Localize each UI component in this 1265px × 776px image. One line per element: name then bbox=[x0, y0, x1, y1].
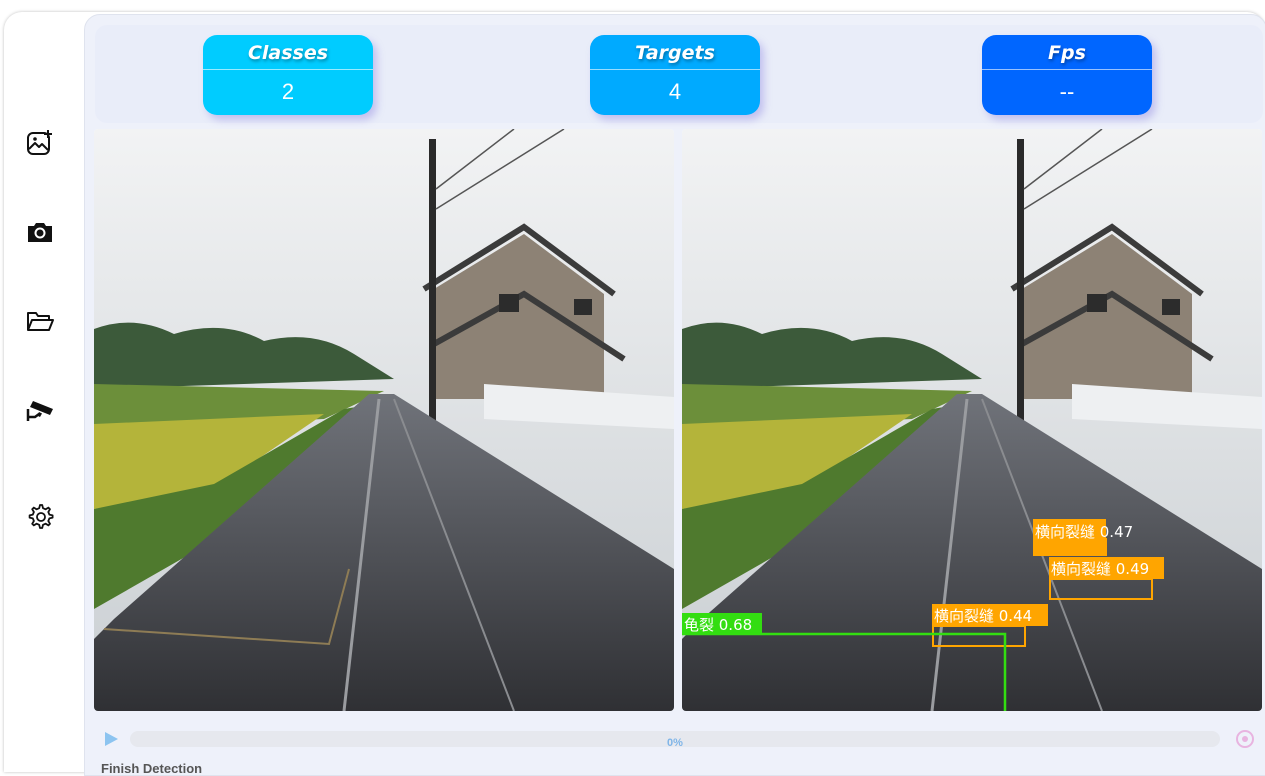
cctv-button[interactable] bbox=[22, 392, 58, 428]
stop-icon[interactable] bbox=[1235, 729, 1255, 749]
detection-label-1: 横向裂缝 0.47 bbox=[1035, 523, 1133, 541]
add-image-icon bbox=[27, 130, 52, 155]
main-panel: Classes 2 Targets 4 Fps -- 横向裂缝 0.47 横向裂… bbox=[84, 14, 1265, 776]
fps-card: Fps -- bbox=[982, 35, 1152, 115]
detection-label-3: 横向裂缝 0.44 bbox=[934, 607, 1032, 625]
play-icon[interactable] bbox=[101, 729, 121, 749]
camera-button[interactable] bbox=[22, 214, 58, 250]
app-window: Classes 2 Targets 4 Fps -- 横向裂缝 0.47 横向裂… bbox=[4, 12, 1265, 776]
classes-card: Classes 2 bbox=[203, 35, 373, 115]
progress-bar[interactable]: 0% bbox=[130, 731, 1220, 749]
result-image-panel: 横向裂缝 0.47 横向裂缝 0.49 横向裂缝 0.44 龟裂 0.68 bbox=[682, 129, 1262, 711]
detection-label-2: 横向裂缝 0.49 bbox=[1051, 560, 1149, 578]
progress-label: 0% bbox=[667, 737, 683, 749]
detection-label-4: 龟裂 0.68 bbox=[684, 616, 752, 634]
targets-card: Targets 4 bbox=[590, 35, 760, 115]
open-folder-button[interactable] bbox=[22, 303, 58, 339]
fps-title: Fps bbox=[982, 35, 1152, 70]
classes-value: 2 bbox=[281, 79, 295, 104]
camera-icon bbox=[28, 223, 52, 242]
status-label: Finish Detection bbox=[101, 761, 203, 776]
original-road-image bbox=[94, 129, 674, 711]
cctv-camera-icon bbox=[26, 401, 53, 421]
result-road-image: 横向裂缝 0.47 横向裂缝 0.49 横向裂缝 0.44 龟裂 0.68 bbox=[682, 129, 1262, 711]
folder-open-icon bbox=[27, 312, 54, 331]
targets-title: Targets bbox=[590, 35, 760, 70]
fps-value: -- bbox=[1059, 79, 1075, 104]
classes-title: Classes bbox=[203, 35, 373, 70]
settings-button[interactable] bbox=[22, 499, 58, 535]
gear-icon bbox=[28, 504, 54, 529]
original-image-panel bbox=[94, 129, 674, 711]
add-image-button[interactable] bbox=[22, 125, 58, 161]
stats-bar: Classes 2 Targets 4 Fps -- bbox=[95, 25, 1263, 123]
sidebar bbox=[4, 12, 84, 772]
progress-row: 0% bbox=[85, 721, 1265, 751]
targets-value: 4 bbox=[668, 79, 682, 104]
